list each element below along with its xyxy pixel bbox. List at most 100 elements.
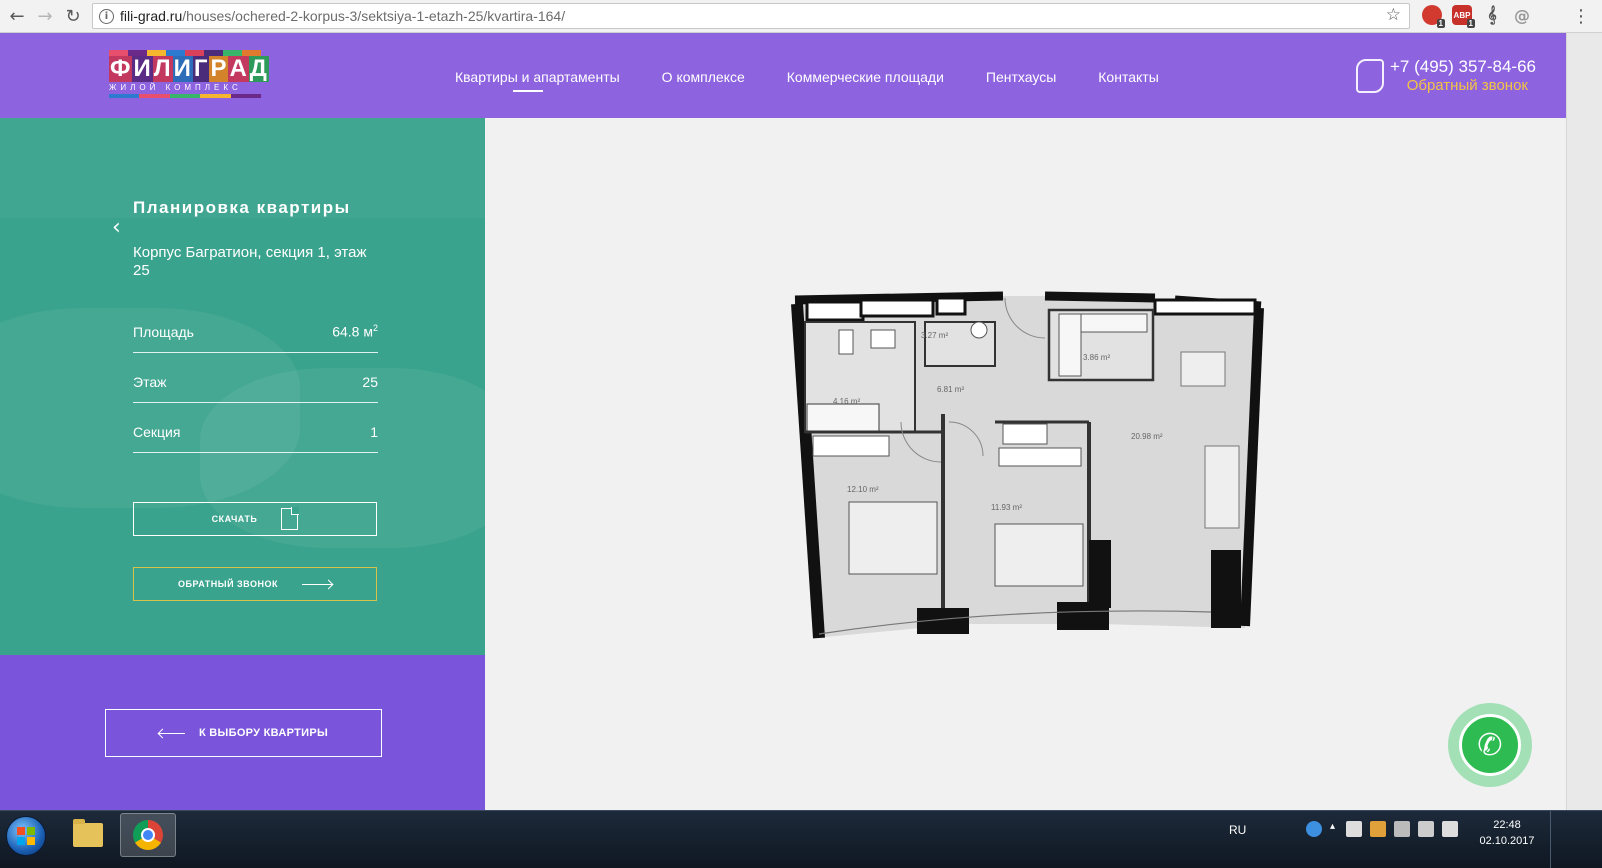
- windows-icon[interactable]: [1346, 821, 1362, 837]
- spec-row-area: Площадь 64.8 м2: [133, 303, 378, 353]
- clock[interactable]: 22:48 02.10.2017: [1478, 817, 1536, 849]
- back-to-selection-button[interactable]: К ВЫБОРУ КВАРТИРЫ: [105, 709, 382, 757]
- bathtub: [806, 403, 880, 433]
- back-to-selection-label: К ВЫБОРУ КВАРТИРЫ: [198, 727, 329, 739]
- outer-wall: [1044, 291, 1156, 303]
- phone-block: +7 (495) 357-84-66 Обратный звонок: [1356, 55, 1536, 99]
- folder-icon: [73, 819, 103, 847]
- taskbar: RU ▴ 22:48 02.10.2017: [0, 810, 1602, 868]
- adblock-icon[interactable]: ABP 1: [1452, 5, 1475, 28]
- window: [859, 298, 935, 318]
- spec-row-floor: Этаж 25: [133, 353, 378, 403]
- chevron-left-icon[interactable]: ‹: [112, 215, 121, 240]
- sofa: [1204, 445, 1240, 529]
- floor-plan-area: 3.27 m² 3.86 m² 6.81 m² 4.16 m² 20.98 m²…: [485, 118, 1566, 810]
- mail-extension-icon[interactable]: @: [1512, 5, 1532, 25]
- show-desktop-button[interactable]: [1550, 811, 1564, 868]
- wc: [838, 329, 854, 355]
- bookmark-star-icon[interactable]: ☆: [1386, 5, 1401, 25]
- help-icon[interactable]: [1306, 821, 1322, 837]
- back-icon[interactable]: ←: [4, 3, 30, 29]
- back-section: К ВЫБОРУ КВАРТИРЫ: [0, 655, 485, 810]
- room-label: 6.81 m²: [937, 385, 964, 394]
- plan-title: Планировка квартиры: [133, 198, 351, 217]
- main-nav: Квартиры и апартаменты О комплексе Комме…: [455, 69, 1159, 92]
- nav-commercial[interactable]: Коммерческие площади: [787, 69, 944, 85]
- column: [1211, 550, 1241, 628]
- callback-label: ОБРАТНЫЙ ЗВОНОК: [178, 579, 278, 589]
- window: [805, 300, 865, 322]
- download-button[interactable]: СКАЧАТЬ: [133, 502, 377, 536]
- clock-time: 22:48: [1493, 819, 1521, 831]
- spec-row-section: Секция 1: [133, 403, 378, 453]
- url-path: /houses/ochered-2-korpus-3/sektsiya-1-et…: [182, 8, 566, 24]
- language-indicator[interactable]: RU: [1229, 823, 1246, 837]
- shield-icon[interactable]: [1394, 821, 1410, 837]
- dining-table: [1180, 351, 1226, 387]
- document-icon: [281, 507, 300, 530]
- floor-plan: 3.27 m² 3.86 m² 6.81 m² 4.16 m² 20.98 m²…: [791, 291, 1264, 639]
- taskbar-chrome[interactable]: [120, 813, 176, 857]
- phone-call-icon: ✆: [1459, 714, 1521, 776]
- room-label: 12.10 m²: [847, 485, 879, 494]
- phone-icon: [1356, 59, 1384, 93]
- sink: [870, 329, 896, 349]
- network-icon[interactable]: [1418, 821, 1434, 837]
- washer: [970, 321, 988, 339]
- download-label: СКАЧАТЬ: [211, 514, 258, 524]
- page-scrollbar[interactable]: [1566, 33, 1602, 810]
- nav-penthouses[interactable]: Пентхаусы: [986, 69, 1056, 85]
- extension-badge: 1: [1436, 19, 1445, 28]
- taskbar-explorer[interactable]: [60, 813, 116, 857]
- logo-subtitle: ЖИЛОЙ КОМПЛЕКС: [109, 83, 242, 92]
- call-widget[interactable]: ✆: [1448, 703, 1532, 787]
- phone-number[interactable]: +7 (495) 357-84-66: [1390, 57, 1536, 77]
- site-header: ФИЛИГРАД ЖИЛОЙ КОМПЛЕКС Квартиры и апарт…: [0, 33, 1566, 118]
- logo[interactable]: ФИЛИГРАД ЖИЛОЙ КОМПЛЕКС: [109, 50, 269, 102]
- flag-icon[interactable]: [1370, 821, 1386, 837]
- window: [935, 296, 967, 316]
- start-button[interactable]: [6, 816, 46, 856]
- nav-contacts[interactable]: Контакты: [1098, 69, 1158, 85]
- arrow-left-icon: [158, 732, 185, 734]
- kitchen-counter: [1058, 313, 1082, 377]
- logo-text: ФИЛИГРАД: [109, 55, 269, 82]
- nav-about[interactable]: О комплексе: [662, 69, 745, 85]
- chevron-up-icon[interactable]: ▴: [1330, 821, 1338, 837]
- browser-menu-icon[interactable]: ⋮: [1572, 6, 1590, 27]
- system-tray: ▴: [1306, 821, 1458, 837]
- callback-link[interactable]: Обратный звонок: [1407, 77, 1528, 94]
- room-label: 3.86 m²: [1083, 353, 1110, 362]
- forward-icon[interactable]: →: [32, 3, 58, 29]
- room-label: 3.27 m²: [921, 331, 948, 340]
- room-label: 20.98 m²: [1131, 432, 1163, 441]
- clock-date: 02.10.2017: [1479, 835, 1535, 847]
- wardrobe: [812, 435, 890, 457]
- column: [1089, 540, 1111, 608]
- plan-subtitle: Корпус Багратион, секция 1, этаж 25: [133, 244, 367, 279]
- callback-button[interactable]: ОБРАТНЫЙ ЗВОНОК: [133, 567, 377, 601]
- spec-label: Секция: [133, 423, 181, 440]
- reload-icon[interactable]: ↻: [60, 3, 86, 29]
- windows-logo-icon: [17, 827, 35, 845]
- browser-toolbar: ← → ↻ i fili-grad.ru/houses/ochered-2-ko…: [0, 0, 1602, 33]
- spec-value: 25: [362, 373, 378, 390]
- spec-value: 64.8 м2: [332, 323, 378, 340]
- room-label: 4.16 m²: [833, 397, 860, 406]
- info-icon[interactable]: i: [99, 8, 114, 24]
- music-extension-icon[interactable]: 𝄞: [1482, 5, 1502, 25]
- extension-badge: 1: [1466, 19, 1475, 28]
- spec-value: 1: [370, 423, 378, 440]
- spec-label: Этаж: [133, 373, 167, 390]
- bed: [994, 523, 1084, 587]
- address-bar[interactable]: i fili-grad.ru/houses/ochered-2-korpus-3…: [92, 3, 1410, 29]
- volume-icon[interactable]: [1442, 821, 1458, 837]
- chrome-icon: [133, 820, 163, 850]
- nav-apartments[interactable]: Квартиры и апартаменты: [455, 69, 620, 92]
- window: [1153, 298, 1257, 316]
- arrow-right-icon: [301, 583, 332, 585]
- bed: [848, 501, 938, 575]
- extension-red-icon[interactable]: 1: [1422, 5, 1445, 28]
- logo-bottom-bar: [109, 94, 262, 98]
- kitchen-counter: [1080, 313, 1148, 333]
